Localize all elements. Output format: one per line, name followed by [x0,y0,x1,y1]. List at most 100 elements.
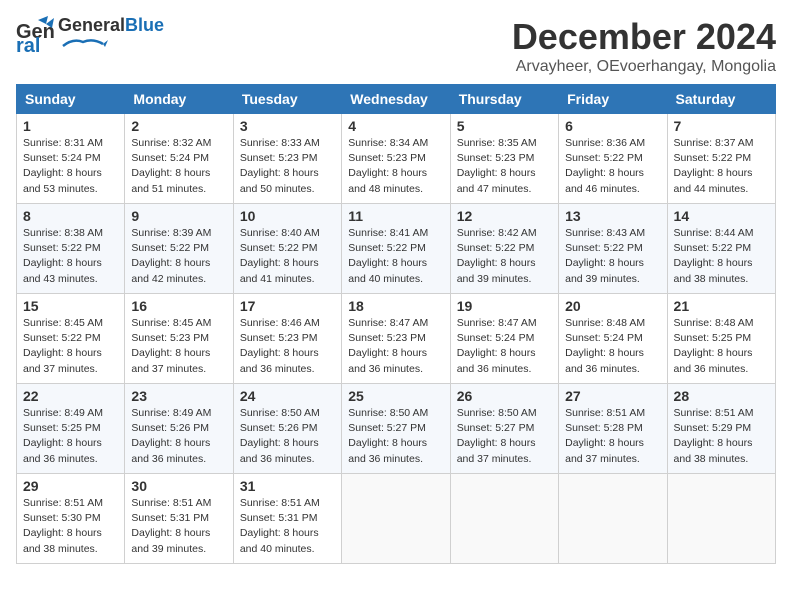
day-number: 17 [240,298,335,314]
day-info: Sunrise: 8:46 AMSunset: 5:23 PMDaylight:… [240,317,320,375]
calendar-cell: 4 Sunrise: 8:34 AMSunset: 5:23 PMDaylight… [342,114,450,204]
calendar-cell: 11Sunrise: 8:41 AMSunset: 5:22 PMDayligh… [342,204,450,294]
calendar-cell: 9Sunrise: 8:39 AMSunset: 5:22 PMDaylight… [125,204,233,294]
calendar-cell [559,474,667,564]
calendar-cell: 10 Sunrise: 8:40 AMSunset: 5:22 PMDayligh… [233,204,341,294]
calendar-cell: 25 Sunrise: 8:50 AMSunset: 5:27 PMDayligh… [342,384,450,474]
calendar-cell [342,474,450,564]
day-info: Sunrise: 8:38 AMSunset: 5:22 PMDaylight:… [23,227,103,285]
calendar-cell: 18Sunrise: 8:47 AMSunset: 5:23 PMDayligh… [342,294,450,384]
calendar-cell: 30 Sunrise: 8:51 AMSunset: 5:31 PMDayligh… [125,474,233,564]
weekday-header-monday: Monday [125,85,233,114]
day-number: 5 [457,118,552,134]
weekday-header-friday: Friday [559,85,667,114]
day-info: Sunrise: 8:49 AMSunset: 5:25 PMDaylight:… [23,407,103,465]
calendar-cell: 16 Sunrise: 8:45 AMSunset: 5:23 PMDayligh… [125,294,233,384]
calendar-cell: 1Sunrise: 8:31 AMSunset: 5:24 PMDaylight… [17,114,125,204]
page-subtitle: Arvayheer, OEvoerhangay, Mongolia [512,58,776,76]
weekday-header-sunday: Sunday [17,85,125,114]
day-number: 11 [348,208,443,224]
svg-text:ral: ral [16,35,40,54]
calendar-cell: 15 Sunrise: 8:45 AMSunset: 5:22 PMDayligh… [17,294,125,384]
day-info: Sunrise: 8:45 AMSunset: 5:22 PMDaylight:… [23,317,103,375]
calendar-week-2: 8Sunrise: 8:38 AMSunset: 5:22 PMDaylight… [17,204,776,294]
calendar-week-3: 15 Sunrise: 8:45 AMSunset: 5:22 PMDayligh… [17,294,776,384]
calendar-cell: 8Sunrise: 8:38 AMSunset: 5:22 PMDaylight… [17,204,125,294]
calendar-table: SundayMondayTuesdayWednesdayThursdayFrid… [16,84,776,564]
day-number: 16 [131,298,226,314]
day-info: Sunrise: 8:50 AMSunset: 5:27 PMDaylight:… [348,407,428,465]
day-info: Sunrise: 8:35 AMSunset: 5:23 PMDaylight:… [457,137,537,195]
day-info: Sunrise: 8:37 AMSunset: 5:22 PMDaylight:… [674,137,754,195]
day-number: 29 [23,478,118,494]
day-number: 12 [457,208,552,224]
day-number: 14 [674,208,769,224]
calendar-cell: 27 Sunrise: 8:51 AMSunset: 5:28 PMDayligh… [559,384,667,474]
day-number: 18 [348,298,443,314]
calendar-cell: 22Sunrise: 8:49 AMSunset: 5:25 PMDayligh… [17,384,125,474]
day-number: 3 [240,118,335,134]
calendar-cell: 13Sunrise: 8:43 AMSunset: 5:22 PMDayligh… [559,204,667,294]
day-info: Sunrise: 8:42 AMSunset: 5:22 PMDaylight:… [457,227,537,285]
calendar-cell: 19 Sunrise: 8:47 AMSunset: 5:24 PMDayligh… [450,294,558,384]
day-info: Sunrise: 8:51 AMSunset: 5:29 PMDaylight:… [674,407,754,465]
day-info: Sunrise: 8:45 AMSunset: 5:23 PMDaylight:… [131,317,211,375]
day-info: Sunrise: 8:47 AMSunset: 5:24 PMDaylight:… [457,317,537,375]
calendar-cell: 3 Sunrise: 8:33 AMSunset: 5:23 PMDaylight… [233,114,341,204]
day-info: Sunrise: 8:50 AMSunset: 5:26 PMDaylight:… [240,407,320,465]
calendar-week-4: 22Sunrise: 8:49 AMSunset: 5:25 PMDayligh… [17,384,776,474]
title-area: December 2024 Arvayheer, OEvoerhangay, M… [512,16,776,76]
calendar-cell [450,474,558,564]
calendar-cell: 17 Sunrise: 8:46 AMSunset: 5:23 PMDayligh… [233,294,341,384]
day-info: Sunrise: 8:51 AMSunset: 5:31 PMDaylight:… [131,497,211,555]
calendar-cell: 24 Sunrise: 8:50 AMSunset: 5:26 PMDayligh… [233,384,341,474]
day-number: 31 [240,478,335,494]
calendar-cell: 29 Sunrise: 8:51 AMSunset: 5:30 PMDayligh… [17,474,125,564]
page-header: Gene ral GeneralBlue December 2024 Arvay… [16,16,776,76]
day-info: Sunrise: 8:48 AMSunset: 5:25 PMDaylight:… [674,317,754,375]
day-info: Sunrise: 8:36 AMSunset: 5:22 PMDaylight:… [565,137,645,195]
calendar-week-5: 29 Sunrise: 8:51 AMSunset: 5:30 PMDayligh… [17,474,776,564]
day-info: Sunrise: 8:49 AMSunset: 5:26 PMDaylight:… [131,407,211,465]
calendar-cell: 21 Sunrise: 8:48 AMSunset: 5:25 PMDayligh… [667,294,775,384]
day-info: Sunrise: 8:34 AMSunset: 5:23 PMDaylight:… [348,137,428,195]
day-info: Sunrise: 8:39 AMSunset: 5:22 PMDaylight:… [131,227,211,285]
day-number: 4 [348,118,443,134]
day-info: Sunrise: 8:32 AMSunset: 5:24 PMDaylight:… [131,137,211,195]
calendar-cell: 5 Sunrise: 8:35 AMSunset: 5:23 PMDaylight… [450,114,558,204]
calendar-cell: 2Sunrise: 8:32 AMSunset: 5:24 PMDaylight… [125,114,233,204]
day-info: Sunrise: 8:51 AMSunset: 5:30 PMDaylight:… [23,497,103,555]
day-number: 19 [457,298,552,314]
day-number: 21 [674,298,769,314]
day-number: 10 [240,208,335,224]
logo-text: GeneralBlue [58,16,164,55]
day-info: Sunrise: 8:51 AMSunset: 5:31 PMDaylight:… [240,497,320,555]
day-number: 25 [348,388,443,404]
day-number: 23 [131,388,226,404]
calendar-cell: 6 Sunrise: 8:36 AMSunset: 5:22 PMDaylight… [559,114,667,204]
day-number: 6 [565,118,660,134]
day-number: 27 [565,388,660,404]
calendar-cell: 20Sunrise: 8:48 AMSunset: 5:24 PMDayligh… [559,294,667,384]
logo-icon: Gene ral [16,16,54,54]
calendar-cell: 31 Sunrise: 8:51 AMSunset: 5:31 PMDayligh… [233,474,341,564]
logo-general: General [58,15,125,35]
day-number: 30 [131,478,226,494]
day-info: Sunrise: 8:40 AMSunset: 5:22 PMDaylight:… [240,227,320,285]
calendar-cell [667,474,775,564]
calendar-cell: 26Sunrise: 8:50 AMSunset: 5:27 PMDayligh… [450,384,558,474]
day-info: Sunrise: 8:33 AMSunset: 5:23 PMDaylight:… [240,137,320,195]
weekday-header-wednesday: Wednesday [342,85,450,114]
day-number: 7 [674,118,769,134]
day-number: 28 [674,388,769,404]
day-number: 20 [565,298,660,314]
calendar-cell: 12 Sunrise: 8:42 AMSunset: 5:22 PMDayligh… [450,204,558,294]
weekday-header-tuesday: Tuesday [233,85,341,114]
day-number: 15 [23,298,118,314]
calendar-cell: 7 Sunrise: 8:37 AMSunset: 5:22 PMDaylight… [667,114,775,204]
day-number: 24 [240,388,335,404]
day-info: Sunrise: 8:51 AMSunset: 5:28 PMDaylight:… [565,407,645,465]
day-info: Sunrise: 8:50 AMSunset: 5:27 PMDaylight:… [457,407,537,465]
day-info: Sunrise: 8:44 AMSunset: 5:22 PMDaylight:… [674,227,754,285]
calendar-cell: 23 Sunrise: 8:49 AMSunset: 5:26 PMDayligh… [125,384,233,474]
